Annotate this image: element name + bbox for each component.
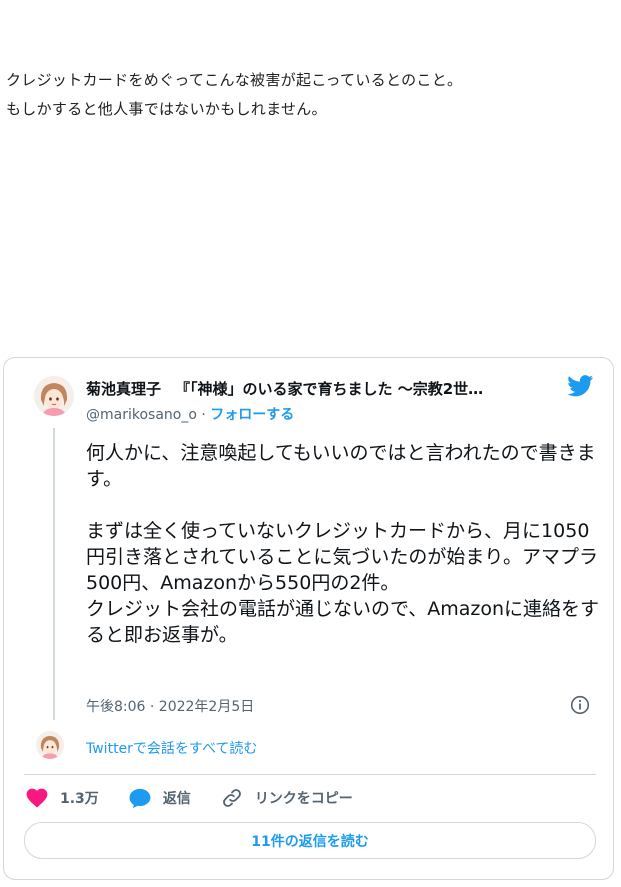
copy-link-label: リンクをコピー xyxy=(254,791,353,807)
reply-label: 返信 xyxy=(162,791,191,807)
intro-line-2: もしかすると他人事ではないかもしれません。 xyxy=(6,100,327,118)
handle-separator: · xyxy=(201,407,206,423)
intro-line-1: クレジットカードをめぐってこんな被害が起こっているとのこと。 xyxy=(6,71,463,89)
author-display-title[interactable]: 『「神様」のいる家で育ちました ～宗教2世… xyxy=(175,380,483,398)
info-icon[interactable] xyxy=(570,695,590,715)
tweet-body: 何人かに、注意喚起してもいいのではと言われたので書きます。 まずは全く使っていな… xyxy=(86,440,601,648)
tweet-paragraph-2: まずは全く使っていないクレジットカードから、月に1050円引き落とされていること… xyxy=(86,520,599,594)
link-icon xyxy=(222,789,241,807)
thread-line xyxy=(53,428,55,720)
reply-button[interactable]: 返信 xyxy=(129,788,191,809)
read-replies-label: 11件の返信を読む xyxy=(251,833,369,850)
like-button[interactable]: 1.3万 xyxy=(26,788,99,808)
tweet-actions: 1.3万 返信 リンクをコピー xyxy=(26,786,383,810)
author-avatar[interactable] xyxy=(34,376,74,416)
conversation-avatar[interactable] xyxy=(36,731,64,759)
divider xyxy=(24,774,596,775)
handle-row: @marikosano_o · フォローする xyxy=(86,404,294,424)
tweet-paragraph-3: クレジット会社の電話が通じないので、Amazonに連絡をすると即お返事が。 xyxy=(86,598,600,646)
read-conversation-link[interactable]: Twitterで会話をすべて読む xyxy=(86,738,257,758)
like-count: 1.3万 xyxy=(60,791,99,807)
twitter-bird-icon[interactable] xyxy=(567,375,594,397)
author-name[interactable]: 菊池真理子 xyxy=(86,380,161,398)
author-line[interactable]: 菊池真理子 『「神様」のいる家で育ちました ～宗教2世… xyxy=(86,378,554,399)
copy-link-button[interactable]: リンクをコピー xyxy=(221,787,353,809)
intro-text: クレジットカードをめぐってこんな被害が起こっているとのこと。 もしかすると他人事… xyxy=(6,66,462,124)
read-replies-button[interactable]: 11件の返信を読む xyxy=(24,822,596,859)
tweet-paragraph-1: 何人かに、注意喚起してもいいのではと言われたので書きます。 xyxy=(86,442,596,490)
heart-icon xyxy=(26,788,48,808)
follow-button[interactable]: フォローする xyxy=(210,407,294,423)
tweet-timestamp[interactable]: 午後8:06 · 2022年2月5日 xyxy=(86,696,254,716)
reply-bubble-icon xyxy=(129,788,151,808)
author-handle[interactable]: @marikosano_o xyxy=(86,407,197,423)
embedded-tweet-card: 菊池真理子 『「神様」のいる家で育ちました ～宗教2世… @marikosano_… xyxy=(3,357,614,880)
